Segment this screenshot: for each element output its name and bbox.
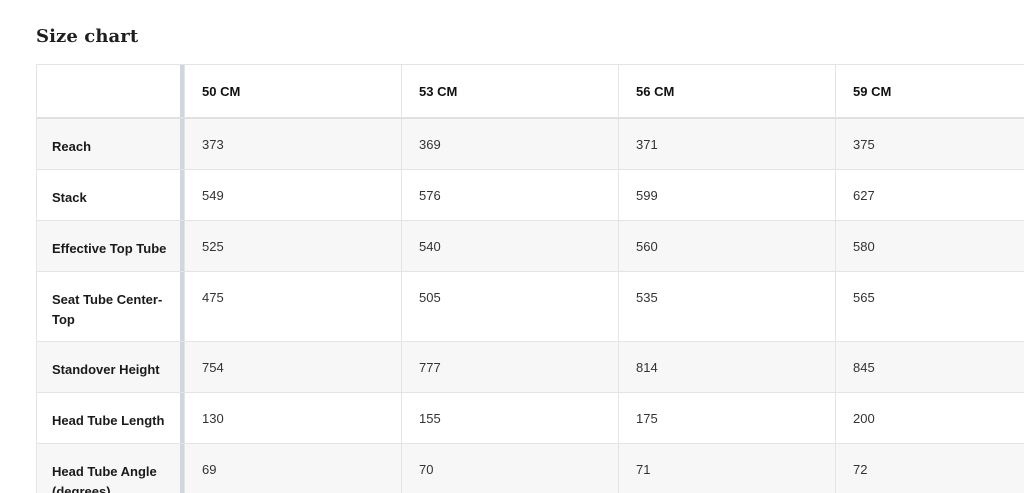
table-cell: 599 (618, 169, 836, 221)
table-cell: 69 (184, 443, 402, 493)
table-cell: 549 (184, 169, 402, 221)
column-header: 56 CM (618, 64, 836, 119)
table-cell: 175 (618, 392, 836, 444)
table-cell: 200 (835, 392, 1024, 444)
table-cell: 777 (401, 341, 619, 393)
column-header: 53 CM (401, 64, 619, 119)
row-label: Standover Height (36, 341, 185, 393)
table-cell: 375 (835, 118, 1024, 170)
row-label: Effective Top Tube (36, 220, 185, 272)
size-chart-table: 50 CM 53 CM 56 CM 59 CM Reach 373 369 37… (36, 64, 1024, 493)
table-row: Head Tube Length 130 155 175 200 (36, 392, 1024, 444)
page: Size chart 50 CM 53 CM 56 CM 59 CM Reach… (0, 0, 1024, 493)
table-cell: 576 (401, 169, 619, 221)
table-row: Head Tube Angle (degrees) 69 70 71 72 (36, 443, 1024, 493)
page-title: Size chart (36, 26, 139, 47)
table-row: Seat Tube Center-Top 475 505 535 565 (36, 271, 1024, 342)
corner-cell (36, 64, 185, 119)
table-cell: 72 (835, 443, 1024, 493)
column-header: 59 CM (835, 64, 1024, 119)
row-label: Stack (36, 169, 185, 221)
table-row: Effective Top Tube 525 540 560 580 (36, 220, 1024, 272)
table-cell: 627 (835, 169, 1024, 221)
table-cell: 371 (618, 118, 836, 170)
header-row: 50 CM 53 CM 56 CM 59 CM (36, 64, 1024, 119)
table-cell: 505 (401, 271, 619, 342)
table-cell: 373 (184, 118, 402, 170)
table-cell: 845 (835, 341, 1024, 393)
table-row: Reach 373 369 371 375 (36, 118, 1024, 170)
table-cell: 814 (618, 341, 836, 393)
table-cell: 71 (618, 443, 836, 493)
row-label: Reach (36, 118, 185, 170)
table-cell: 525 (184, 220, 402, 272)
row-label: Head Tube Length (36, 392, 185, 444)
table-cell: 560 (618, 220, 836, 272)
table-cell: 565 (835, 271, 1024, 342)
table-cell: 540 (401, 220, 619, 272)
table-cell: 754 (184, 341, 402, 393)
size-chart-table-wrapper[interactable]: 50 CM 53 CM 56 CM 59 CM Reach 373 369 37… (36, 64, 1024, 493)
table-cell: 580 (835, 220, 1024, 272)
table-row: Stack 549 576 599 627 (36, 169, 1024, 221)
table-cell: 70 (401, 443, 619, 493)
table-row: Standover Height 754 777 814 845 (36, 341, 1024, 393)
row-label: Head Tube Angle (degrees) (36, 443, 185, 493)
table-cell: 475 (184, 271, 402, 342)
table-cell: 535 (618, 271, 836, 342)
row-label: Seat Tube Center-Top (36, 271, 185, 342)
table-cell: 369 (401, 118, 619, 170)
table-cell: 130 (184, 392, 402, 444)
table-cell: 155 (401, 392, 619, 444)
column-header: 50 CM (184, 64, 402, 119)
